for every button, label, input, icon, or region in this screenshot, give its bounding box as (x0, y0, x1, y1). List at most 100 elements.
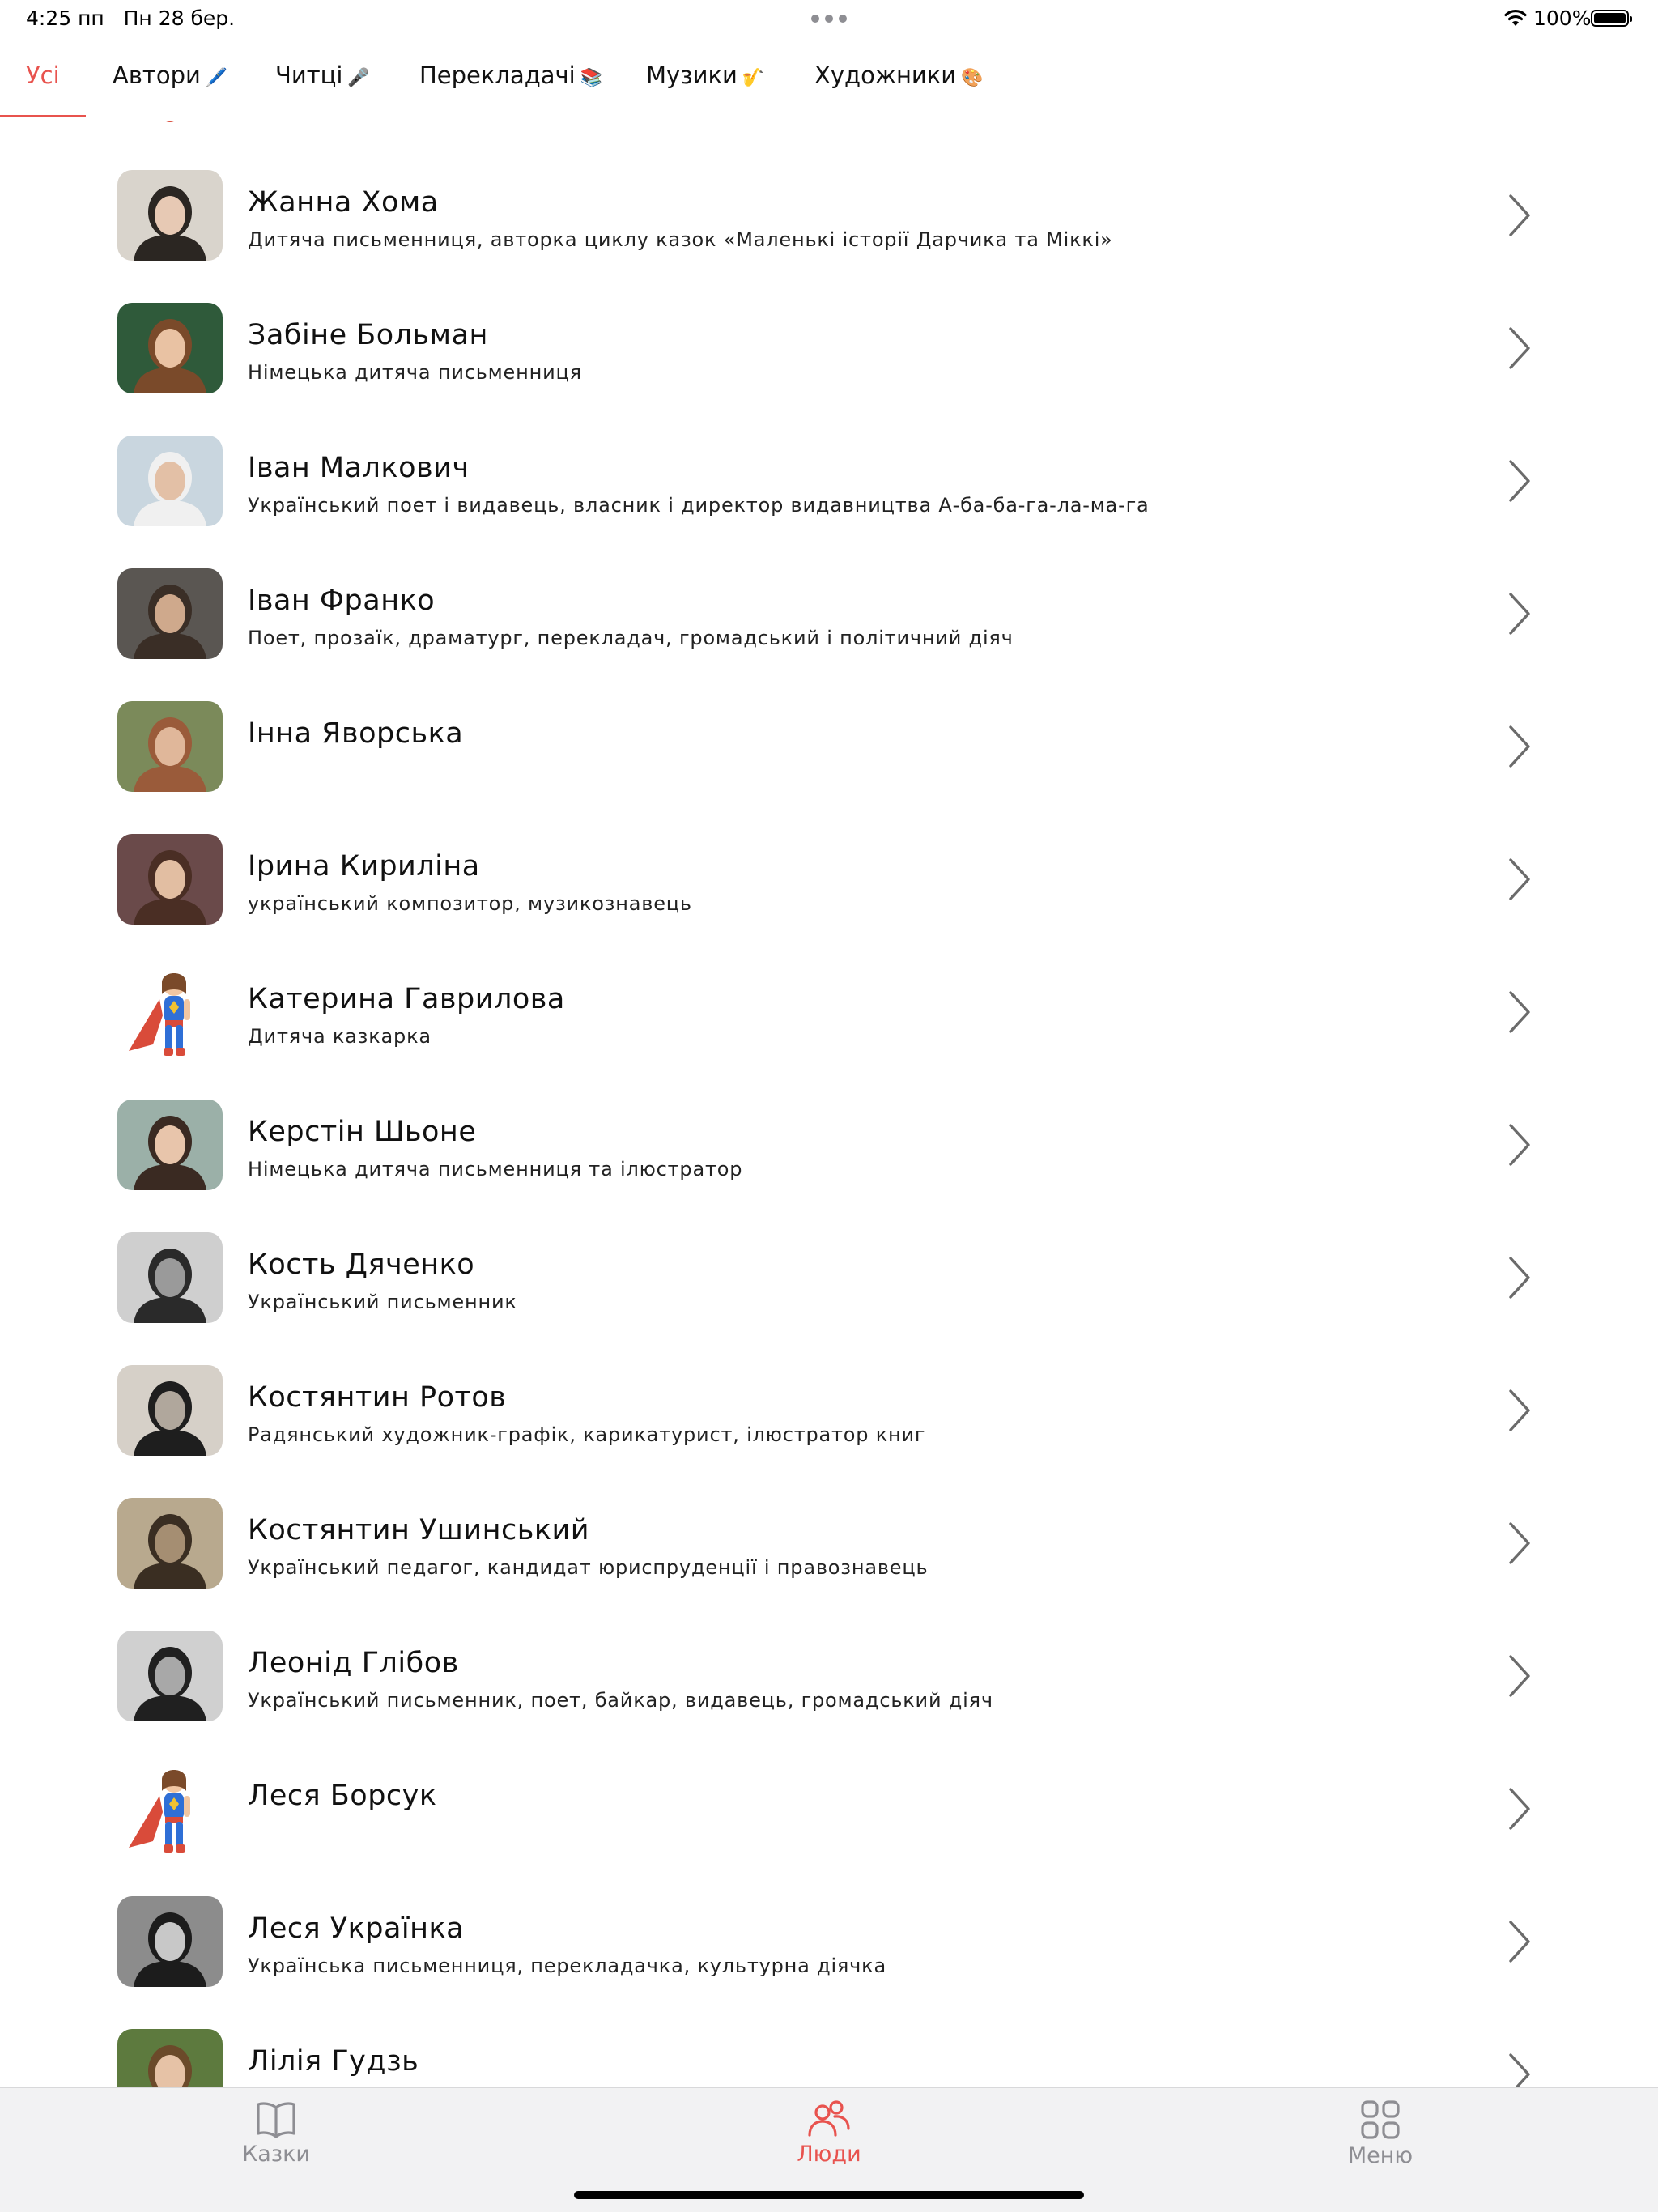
tab-menu-label: Меню (1347, 2143, 1414, 2168)
avatar-photo (117, 1498, 223, 1589)
chevron-right-icon (1509, 1522, 1530, 1564)
list-item[interactable]: Леся Українка Українська письменниця, пер… (0, 1896, 1658, 2029)
list-item[interactable]: Ірина Кириліна український композитор, му… (0, 834, 1658, 967)
chevron-right-icon (1509, 725, 1530, 768)
grid-icon (1361, 2100, 1400, 2139)
person-description: Українська письменниця, перекладачка, ку… (248, 1955, 886, 1977)
chevron-right-icon (1509, 2053, 1530, 2087)
tab-people[interactable]: Люди (764, 2099, 894, 2167)
list-item[interactable]: Леся Борсук (0, 1763, 1658, 1896)
person-description: Український письменник (248, 1291, 517, 1313)
palette-icon: 🎨 (961, 68, 984, 88)
status-clock: 4:25 пп (26, 6, 104, 30)
battery-percent: 100% (1533, 6, 1592, 30)
list-item[interactable]: Керстін Шьоне Німецька дитяча письменниця… (0, 1100, 1658, 1232)
list-item[interactable]: Забіне Больман Німецька дитяча письменниц… (0, 303, 1658, 436)
book-icon (257, 2102, 295, 2138)
tab-readers-label: Читці (275, 62, 343, 89)
tab-translators-label: Перекладачі (419, 62, 576, 89)
person-name: Керстін Шьоне (248, 1116, 477, 1148)
avatar-photo (117, 170, 223, 261)
chevron-right-icon (1509, 1257, 1530, 1299)
chevron-right-icon (1509, 460, 1530, 502)
microphone-icon: 🎤 (347, 68, 370, 88)
tab-artists-label: Художники (814, 62, 957, 89)
superhero-avatar-partial (166, 121, 174, 122)
home-indicator (574, 2191, 1084, 2199)
person-description: Дитяча письменниця, авторка циклу казок … (248, 228, 1113, 251)
status-date: Пн 28 бер. (123, 6, 236, 30)
avatar-photo (117, 1896, 223, 1987)
multitasking-dots-icon[interactable] (811, 15, 847, 23)
saxophone-icon: 🎷 (742, 68, 765, 88)
chevron-right-icon (1509, 593, 1530, 635)
person-description: Поет, прозаїк, драматург, перекладач, гр… (248, 627, 1014, 649)
status-time: 4:25 пп Пн 28 бер. (26, 6, 235, 30)
person-name: Іван Малкович (248, 452, 470, 484)
chevron-right-icon (1509, 1124, 1530, 1166)
person-name: Інна Яворська (248, 717, 464, 750)
list-item[interactable]: Іван Франко Поет, прозаїк, драматург, пер… (0, 568, 1658, 701)
chevron-right-icon (1509, 327, 1530, 369)
wifi-icon (1504, 9, 1527, 26)
list-item[interactable]: Іван Малкович Український поет і видавець… (0, 436, 1658, 568)
avatar-photo (117, 1232, 223, 1323)
tab-tales[interactable]: Казки (211, 2099, 341, 2167)
screen: 4:25 пп Пн 28 бер. 100% Усі Автори 🖊️ Чит… (0, 0, 1658, 2212)
avatar-photo (117, 1365, 223, 1456)
person-description: Німецька дитяча письменниця (248, 361, 582, 384)
person-name: Забіне Больман (248, 319, 488, 351)
tab-musicians[interactable]: Музики 🎷 (646, 62, 764, 89)
list-item[interactable]: Лілія Гудзь (0, 2029, 1658, 2087)
tab-musicians-label: Музики (646, 62, 738, 89)
list-item[interactable]: Катерина Гаврилова Дитяча казкарка (0, 967, 1658, 1100)
chevron-right-icon (1509, 1921, 1530, 1963)
books-icon: 📚 (580, 68, 603, 88)
list-item[interactable]: Костянтин Ротов Радянський художник-графі… (0, 1365, 1658, 1498)
person-name: Леся Борсук (248, 1780, 437, 1812)
tab-translators[interactable]: Перекладачі 📚 (419, 62, 602, 89)
person-name: Лілія Гудзь (248, 2045, 419, 2078)
avatar-photo (117, 568, 223, 659)
people-list[interactable]: Жанна Хома Дитяча письменниця, авторка ци… (0, 121, 1658, 2087)
tab-authors[interactable]: Автори 🖊️ (113, 62, 227, 89)
chevron-right-icon (1509, 194, 1530, 236)
battery-icon (1591, 10, 1632, 27)
chevron-right-icon (1509, 991, 1530, 1033)
person-name: Іван Франко (248, 585, 436, 617)
list-item[interactable]: Жанна Хома Дитяча письменниця, авторка ци… (0, 170, 1658, 303)
tab-menu[interactable]: Меню (1316, 2099, 1445, 2168)
list-item[interactable]: Інна Яворська (0, 701, 1658, 834)
tab-readers[interactable]: Читці 🎤 (275, 62, 370, 89)
person-name: Кость Дяченко (248, 1249, 475, 1281)
person-description: український композитор, музикознавець (248, 892, 692, 915)
chevron-right-icon (1509, 1788, 1530, 1830)
avatar-photo (117, 2029, 223, 2087)
person-name: Леонід Глібов (248, 1647, 459, 1679)
person-description: Радянський художник-графік, карикатурист… (248, 1423, 926, 1446)
tab-authors-label: Автори (113, 62, 201, 89)
avatar-photo (117, 1100, 223, 1190)
person-name: Леся Українка (248, 1912, 465, 1945)
chevron-right-icon (1509, 1655, 1530, 1697)
person-name: Костянтин Ушинський (248, 1514, 589, 1546)
person-name: Катерина Гаврилова (248, 983, 565, 1015)
person-name: Жанна Хома (248, 186, 439, 219)
avatar-photo (117, 436, 223, 526)
person-description: Німецька дитяча письменниця та ілюстрато… (248, 1158, 743, 1180)
filter-tabs: Усі Автори 🖊️ Читці 🎤 Перекладачі 📚 Музики 🎷… (0, 49, 1658, 121)
list-item[interactable]: Кость Дяченко Український письменник (0, 1232, 1658, 1365)
tab-people-label: Люди (797, 2142, 861, 2167)
person-name: Костянтин Ротов (248, 1381, 507, 1414)
tab-all[interactable]: Усі (26, 62, 60, 89)
person-name: Ірина Кириліна (248, 850, 480, 883)
chevron-right-icon (1509, 858, 1530, 900)
pen-icon: 🖊️ (205, 68, 228, 88)
list-item[interactable]: Леонід Глібов Український письменник, пое… (0, 1631, 1658, 1763)
superhero-avatar (117, 1763, 223, 1854)
person-description: Дитяча казкарка (248, 1025, 432, 1048)
tab-artists[interactable]: Художники 🎨 (814, 62, 984, 89)
list-item[interactable]: Костянтин Ушинський Український педагог, … (0, 1498, 1658, 1631)
active-tab-underline (0, 115, 86, 117)
avatar-photo (117, 834, 223, 925)
